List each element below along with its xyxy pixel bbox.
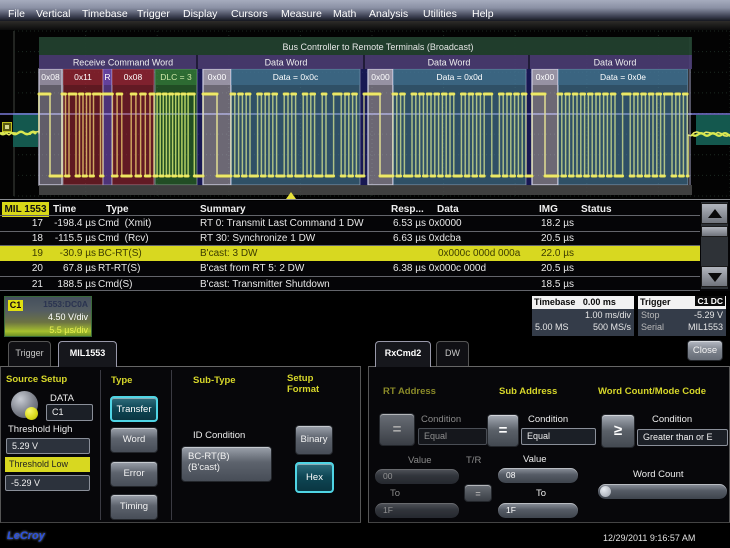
svg-text:Data = 0x0d: Data = 0x0d [436, 72, 482, 82]
svg-text:0x11: 0x11 [74, 72, 92, 82]
svg-text:0x00: 0x00 [536, 72, 555, 82]
svg-text:Data = 0x0e: Data = 0x0e [600, 72, 646, 82]
svg-text:Data Word: Data Word [265, 58, 308, 68]
svg-text:0x08: 0x08 [124, 72, 143, 82]
svg-text:Data Word: Data Word [594, 58, 637, 68]
svg-text:DLC = 3: DLC = 3 [160, 72, 192, 82]
svg-text:R: R [104, 72, 110, 82]
svg-text:0x00: 0x00 [208, 72, 227, 82]
svg-text:Data = 0x0c: Data = 0x0c [273, 72, 319, 82]
svg-text:0x00: 0x00 [371, 72, 390, 82]
svg-text:0x08: 0x08 [41, 72, 60, 82]
svg-text:Data Word: Data Word [428, 58, 471, 68]
svg-text:Bus Controller to Remote Termi: Bus Controller to Remote Terminals (Broa… [283, 42, 474, 52]
svg-text:Receive Command Word: Receive Command Word [73, 58, 173, 68]
